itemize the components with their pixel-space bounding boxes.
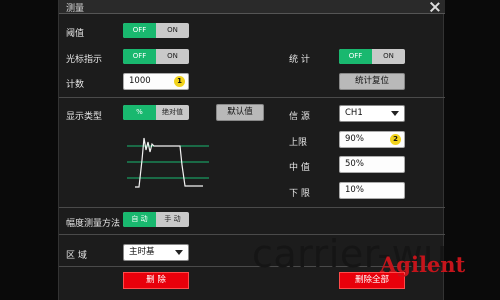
count-field[interactable]: 1000 1 [123,73,189,90]
cursor-off-option[interactable]: OFF [123,49,156,64]
lower-field[interactable]: 10% [339,182,405,199]
stats-reset-button[interactable]: 统计复位 [339,73,405,90]
threshold-label: 阈值 [66,29,85,39]
source-select[interactable]: CH1 [339,105,405,122]
middle-value: 50% [345,159,364,169]
cursor-toggle[interactable]: OFF ON [123,49,189,64]
chevron-down-icon [175,250,183,255]
close-icon[interactable] [429,1,441,13]
count-label: 计数 [66,80,85,90]
stats-off-option[interactable]: OFF [339,49,372,64]
cursor-on-option[interactable]: ON [156,49,189,64]
divider-1 [59,97,445,98]
dialog-title: 测量 [66,4,85,14]
waveform-preview-icon [127,137,209,188]
lower-value: 10% [345,185,364,195]
middle-label: 中 值 [289,163,310,173]
count-value: 1000 [129,76,151,86]
title-bar: 测量 [59,0,445,14]
stats-on-option[interactable]: ON [372,49,405,64]
threshold-off-option[interactable]: OFF [123,23,156,38]
amplitude-method-label: 幅度测量方法 [66,219,121,229]
count-knob-badge: 1 [174,76,185,87]
threshold-on-option[interactable]: ON [156,23,189,38]
source-label: 信 源 [289,112,310,122]
amplitude-method-toggle[interactable]: 自 动 手 动 [123,212,189,227]
agilent-logo: Agilent [380,252,466,277]
source-value: CH1 [345,108,363,118]
default-button[interactable]: 默认值 [216,104,264,121]
percent-option[interactable]: % [123,105,156,120]
manual-option[interactable]: 手 动 [156,212,189,227]
display-type-toggle[interactable]: % 绝对值 [123,105,189,120]
stats-toggle[interactable]: OFF ON [339,49,405,64]
absolute-option[interactable]: 绝对值 [156,105,189,120]
upper-knob-badge: 2 [390,134,401,145]
lower-label: 下 限 [289,189,310,199]
middle-field[interactable]: 50% [339,156,405,173]
upper-field[interactable]: 90% 2 [339,131,405,148]
region-select[interactable]: 主时基 [123,244,189,261]
upper-label: 上限 [289,138,308,148]
auto-option[interactable]: 自 动 [123,212,156,227]
delete-button[interactable]: 删 除 [123,272,189,289]
region-label: 区 域 [66,251,87,261]
chevron-down-icon [391,111,399,116]
threshold-toggle[interactable]: OFF ON [123,23,189,38]
divider-2 [59,207,445,208]
cursor-label: 光标指示 [66,55,103,65]
region-value: 主时基 [129,247,155,257]
display-type-label: 显示类型 [66,112,103,122]
stats-label: 统 计 [289,55,310,65]
upper-value: 90% [345,134,364,144]
